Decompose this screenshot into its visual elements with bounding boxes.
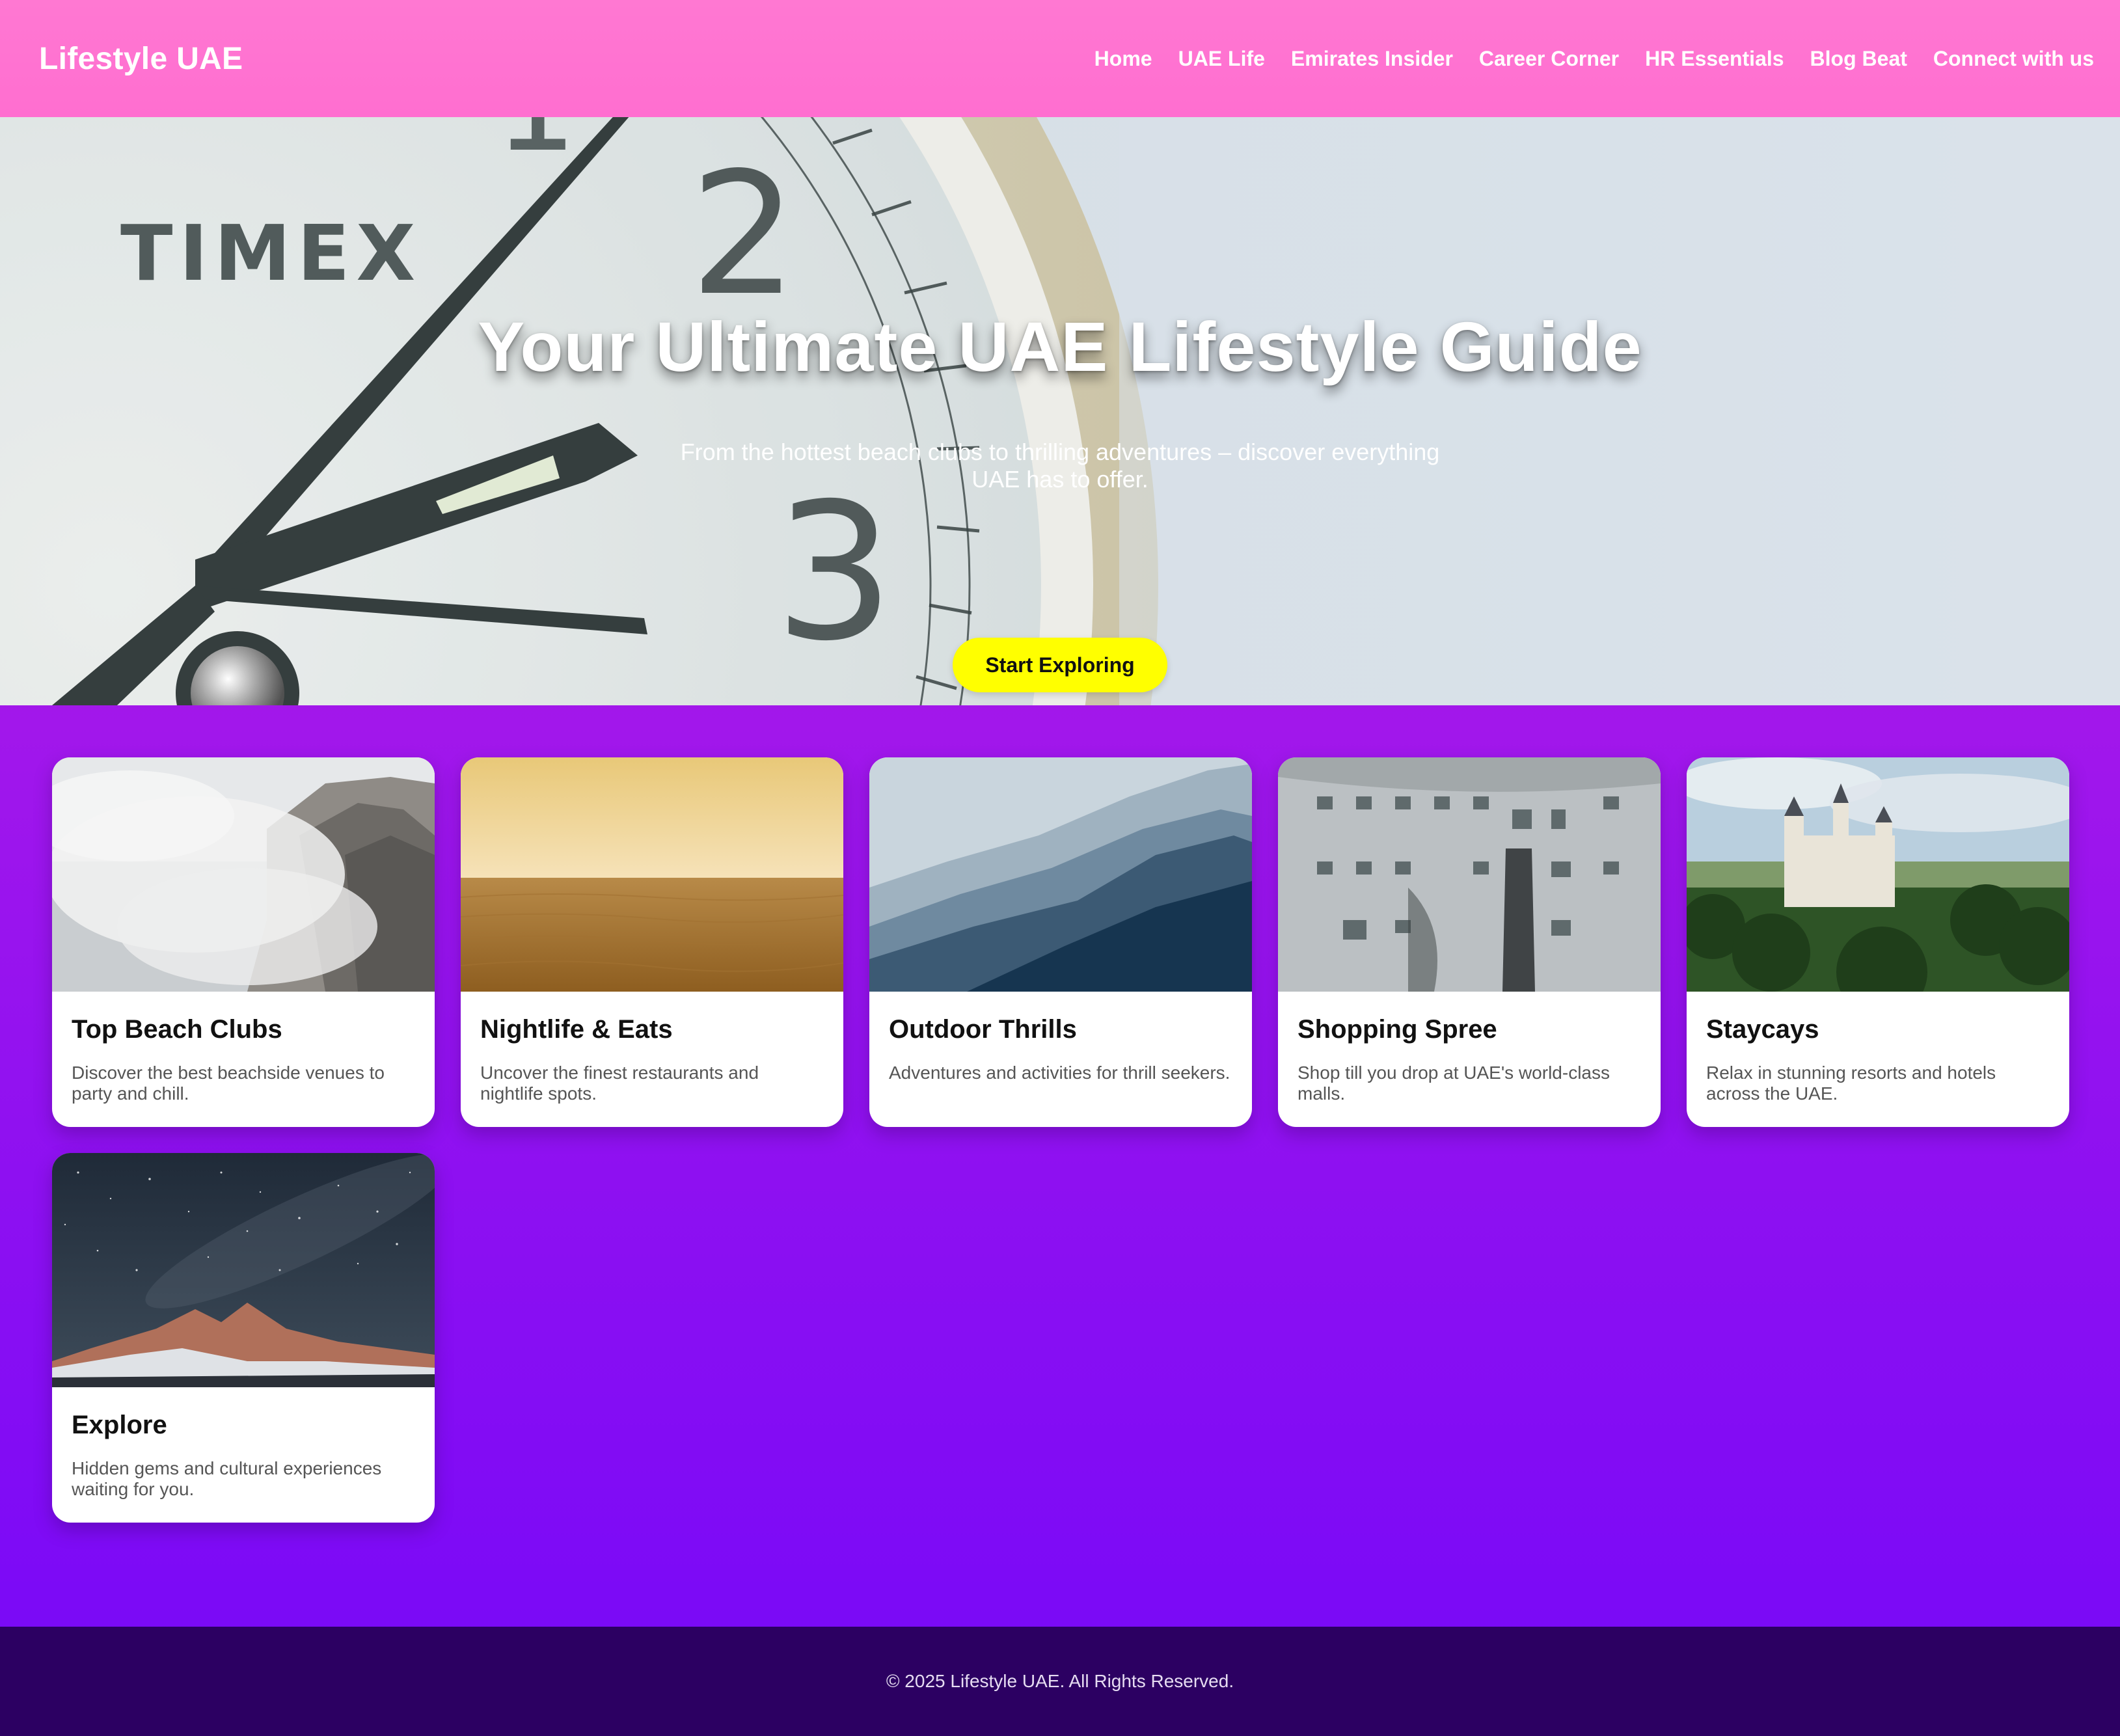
card-description: Relax in stunning resorts and hotels acr… bbox=[1706, 1063, 1996, 1104]
card-nightlife-eats[interactable]: Nightlife & Eats Uncover the finest rest… bbox=[461, 757, 843, 1127]
nav-home[interactable]: Home bbox=[1094, 47, 1152, 71]
weathered-building-photo bbox=[1278, 757, 1661, 992]
card-explore[interactable]: Explore Hidden gems and cultural experie… bbox=[52, 1153, 435, 1523]
card-title: Explore bbox=[72, 1411, 167, 1439]
brand-logo[interactable]: Lifestyle UAE bbox=[39, 41, 243, 77]
castle-landscape-photo bbox=[1687, 757, 2069, 992]
nav-career-corner[interactable]: Career Corner bbox=[1479, 47, 1619, 71]
card-outdoor-thrills[interactable]: Outdoor Thrills Adventures and activitie… bbox=[869, 757, 1252, 1127]
hero-subtitle: From the hottest beach clubs to thrillin… bbox=[680, 439, 1440, 493]
card-title: Staycays bbox=[1706, 1015, 1819, 1044]
site-footer: © 2025 Lifestyle UAE. All Rights Reserve… bbox=[0, 1627, 2120, 1736]
mountain-ridges-photo bbox=[869, 757, 1252, 992]
card-description: Shop till you drop at UAE's world-class … bbox=[1298, 1063, 1610, 1104]
nav-uae-life[interactable]: UAE Life bbox=[1178, 47, 1265, 71]
category-cards-grid: Top Beach Clubs Discover the best beachs… bbox=[52, 757, 2069, 1523]
hero-title: Your Ultimate UAE Lifestyle Guide bbox=[478, 307, 1642, 386]
misty-cliff-photo bbox=[52, 757, 435, 992]
hero-overlay bbox=[0, 117, 2120, 705]
card-shopping-spree[interactable]: Shopping Spree Shop till you drop at UAE… bbox=[1278, 757, 1661, 1127]
nav-hr-essentials[interactable]: HR Essentials bbox=[1645, 47, 1784, 71]
card-staycays[interactable]: Staycays Relax in stunning resorts and h… bbox=[1687, 757, 2069, 1127]
card-top-beach-clubs[interactable]: Top Beach Clubs Discover the best beachs… bbox=[52, 757, 435, 1127]
card-description: Hidden gems and cultural experiences wai… bbox=[72, 1458, 382, 1499]
card-description: Adventures and activities for thrill see… bbox=[889, 1063, 1230, 1083]
card-description: Uncover the finest restaurants and night… bbox=[480, 1063, 759, 1104]
card-title: Top Beach Clubs bbox=[72, 1015, 282, 1044]
card-description: Discover the best beachside venues to pa… bbox=[72, 1063, 385, 1104]
start-exploring-button[interactable]: Start Exploring bbox=[953, 638, 1167, 692]
card-title: Nightlife & Eats bbox=[480, 1015, 673, 1044]
site-header: Lifestyle UAE Home UAE Life Emirates Ins… bbox=[0, 0, 2120, 117]
nav-emirates-insider[interactable]: Emirates Insider bbox=[1291, 47, 1453, 71]
footer-copyright: © 2025 Lifestyle UAE. All Rights Reserve… bbox=[886, 1671, 1234, 1691]
hero-section: 2 3 1 TIMEX Your Ultimate UAE Lifestyle … bbox=[0, 117, 2120, 705]
card-title: Shopping Spree bbox=[1298, 1015, 1497, 1044]
desert-dunes-photo bbox=[461, 757, 843, 992]
nav-blog-beat[interactable]: Blog Beat bbox=[1810, 47, 1907, 71]
starry-night-photo bbox=[52, 1153, 435, 1387]
card-title: Outdoor Thrills bbox=[889, 1015, 1077, 1044]
nav-connect[interactable]: Connect with us bbox=[1933, 47, 2094, 71]
main-nav: Home UAE Life Emirates Insider Career Co… bbox=[1094, 47, 2094, 71]
